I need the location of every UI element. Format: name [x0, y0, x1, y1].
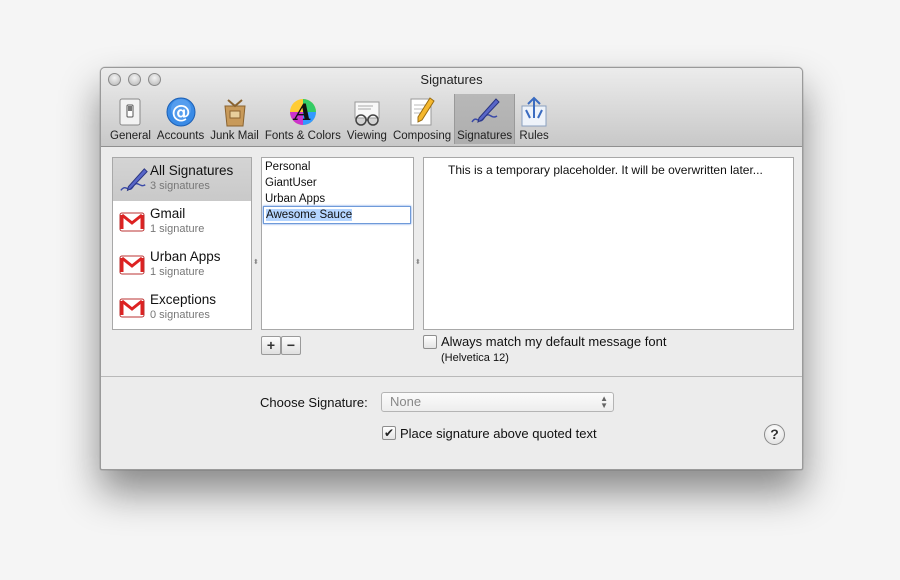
signature-pen-icon: [119, 166, 148, 192]
font-palette-icon: A: [287, 96, 319, 128]
account-name: Exceptions: [150, 292, 217, 307]
junk-bag-icon: [219, 96, 251, 128]
gmail-icon: [119, 252, 145, 278]
switch-icon: [114, 96, 146, 128]
tab-label: Fonts & Colors: [264, 130, 341, 142]
list-item-gmail[interactable]: Gmail 1 signature: [113, 201, 251, 244]
preferences-toolbar: General @ Accounts Junk Mail A Fonts & C…: [107, 94, 553, 144]
place-above-checkbox[interactable]: ✔: [382, 426, 396, 440]
signature-name-input[interactable]: Awesome Sauce: [263, 206, 411, 224]
resize-grip-icon[interactable]: ⬍: [415, 258, 421, 266]
selected-text: Awesome Sauce: [266, 209, 353, 221]
help-button[interactable]: ?: [764, 424, 785, 445]
place-above-label[interactable]: Place signature above quoted text: [400, 426, 597, 441]
tab-label: Junk Mail: [210, 130, 259, 142]
signature-count: 1 signature: [150, 223, 205, 235]
list-item[interactable]: GiantUser: [265, 175, 317, 191]
title-bar: Signatures General @ Accounts Junk Mail …: [101, 68, 802, 147]
tab-junk-mail[interactable]: Junk Mail: [207, 94, 262, 144]
signature-count: 0 signatures: [150, 309, 210, 321]
account-name: Urban Apps: [150, 249, 221, 264]
choose-signature-select[interactable]: None ▲ ▼: [381, 392, 614, 412]
tab-accounts[interactable]: @ Accounts: [154, 94, 207, 144]
account-name: All Signatures: [150, 163, 234, 178]
signature-count: 3 signatures: [150, 180, 210, 192]
tab-label: Accounts: [156, 130, 205, 142]
list-item[interactable]: Urban Apps: [265, 191, 325, 207]
tab-label: Signatures: [457, 130, 513, 142]
font-name: (Helvetica 12): [441, 352, 509, 364]
signature-editor[interactable]: This is a temporary placeholder. It will…: [423, 157, 794, 330]
signature-pen-icon: [469, 96, 501, 128]
tab-general[interactable]: General: [107, 94, 154, 144]
select-value: None: [390, 394, 422, 409]
remove-signature-button[interactable]: −: [281, 336, 301, 355]
tab-label: General: [110, 130, 151, 142]
svg-text:@: @: [171, 101, 190, 123]
list-item[interactable]: Personal: [265, 159, 310, 175]
chevron-updown-icon: ▲ ▼: [600, 394, 608, 410]
resize-grip-icon[interactable]: ⬍: [253, 258, 259, 266]
tab-fonts-colors[interactable]: A Fonts & Colors: [262, 94, 344, 144]
tab-signatures[interactable]: Signatures: [454, 94, 516, 144]
match-font-checkbox[interactable]: [423, 335, 437, 349]
account-name: Gmail: [150, 206, 186, 221]
gmail-icon: [119, 209, 145, 235]
at-sign-icon: @: [165, 96, 197, 128]
divider: [101, 376, 802, 377]
add-signature-button[interactable]: +: [261, 336, 281, 355]
tab-viewing[interactable]: Viewing: [344, 94, 390, 144]
window-title: Signatures: [420, 72, 483, 87]
tab-composing[interactable]: Composing: [390, 94, 454, 144]
list-item-all-signatures[interactable]: All Signatures 3 signatures: [113, 158, 251, 201]
rules-icon: [518, 96, 550, 128]
match-font-label[interactable]: Always match my default message font: [441, 334, 666, 349]
list-item-exceptions[interactable]: Exceptions 0 signatures: [113, 287, 251, 330]
pencil-paper-icon: [406, 96, 438, 128]
gmail-icon: [119, 295, 145, 321]
tab-label: Viewing: [346, 130, 387, 142]
signature-list[interactable]: Personal GiantUser Urban Apps Awesome Sa…: [261, 157, 414, 330]
glasses-icon: [351, 96, 383, 128]
signature-text[interactable]: This is a temporary placeholder. It will…: [448, 163, 763, 177]
signature-count: 1 signature: [150, 266, 205, 278]
preferences-window: Signatures General @ Accounts Junk Mail …: [100, 67, 803, 470]
tab-rules[interactable]: Rules: [515, 94, 553, 144]
choose-signature-label: Choose Signature:: [260, 395, 368, 410]
tab-label: Composing: [392, 130, 452, 142]
svg-text:A: A: [292, 100, 311, 126]
list-item-urban-apps[interactable]: Urban Apps 1 signature: [113, 244, 251, 287]
accounts-list[interactable]: All Signatures 3 signatures Gmail 1 sign…: [112, 157, 252, 330]
tab-label: Rules: [519, 130, 549, 142]
